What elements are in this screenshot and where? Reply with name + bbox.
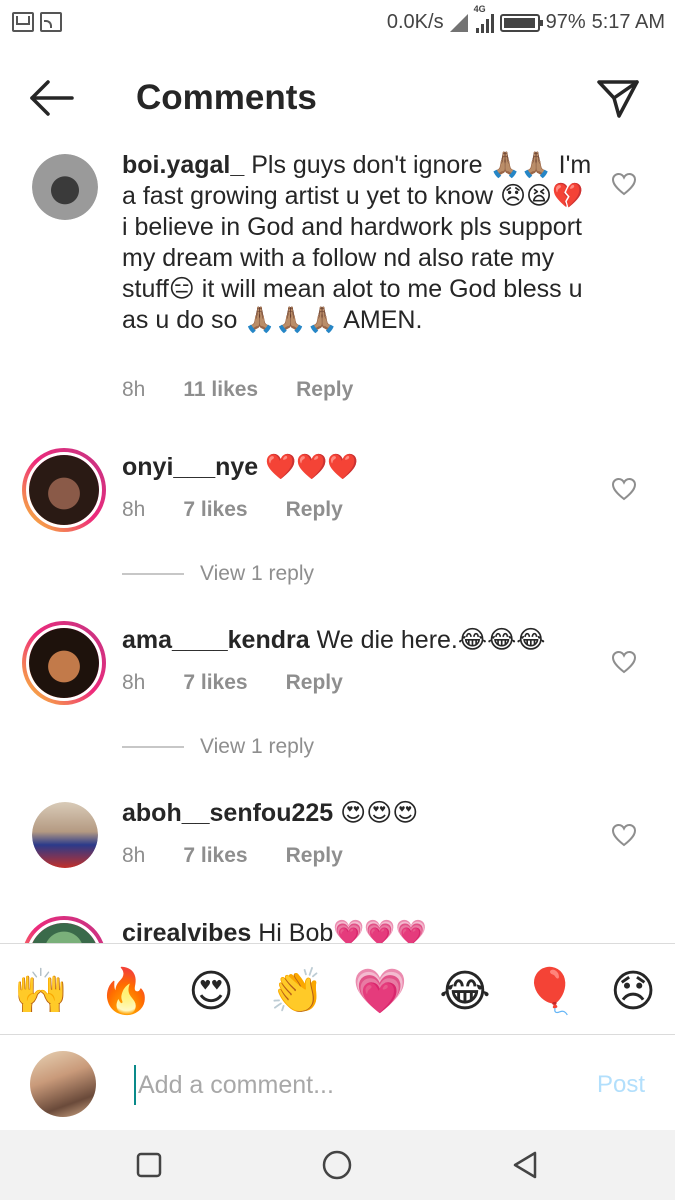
emoji-fire[interactable]: 🔥 [98, 964, 154, 1020]
comment-item: onyi___nye ❤️❤️❤️ 8h 7 likes Reply View … [0, 440, 675, 600]
status-bar: 0.0K/s 4G 97% 5:17 AM [0, 0, 675, 46]
avatar-frame [26, 452, 102, 528]
comment-body: 😍😍😍 [340, 799, 419, 827]
cast-icon [40, 12, 62, 32]
comment-username[interactable]: cirealvibes [122, 919, 251, 943]
notification-icons [12, 12, 62, 32]
system-nav-bar [0, 1130, 675, 1200]
comment-text: onyi___nye ❤️❤️❤️ [122, 452, 592, 483]
reply-button[interactable]: Reply [286, 844, 343, 868]
emoji-reaction-bar: 🙌 🔥 😍 👏 💗 😂 🎈 😞 [0, 943, 675, 1035]
comment-item: cirealvibes Hi Bob💗💗💗 [0, 910, 675, 943]
like-heart-icon[interactable] [611, 477, 637, 501]
divider [122, 573, 184, 575]
avatar[interactable] [32, 802, 98, 868]
signal-triangle-icon [449, 13, 468, 32]
paper-plane-icon [597, 80, 639, 118]
battery-icon [499, 13, 543, 32]
comment-body: We die here.😂😂😂 [316, 626, 546, 654]
view-replies-button[interactable]: View 1 reply [122, 562, 314, 586]
square-icon[interactable] [132, 1148, 166, 1182]
comments-header: Comments [0, 60, 675, 140]
status-indicators: 0.0K/s 4G 97% 5:17 AM [386, 4, 665, 34]
page-title: Comments [136, 78, 317, 117]
comment-time: 8h [122, 671, 146, 694]
comment-time: 8h [122, 498, 146, 521]
avatar-frame [26, 625, 102, 701]
comment-body: ❤️❤️❤️ [265, 453, 359, 481]
comment-composer: Post [0, 1035, 675, 1130]
comment-text: aboh__senfou225 😍😍😍 [122, 798, 592, 829]
comment-username[interactable]: aboh__senfou225 [122, 799, 333, 827]
emoji-clapping[interactable]: 👏 [269, 964, 325, 1020]
comment-input[interactable] [134, 1065, 554, 1105]
reply-button[interactable]: Reply [286, 498, 343, 522]
emoji-joy[interactable]: 😂 [437, 964, 493, 1020]
view-replies-button[interactable]: View 1 reply [122, 735, 314, 759]
comments-list[interactable]: boi.yagal_ Pls guys don't ignore 🙏🏽🙏🏽 I'… [0, 140, 675, 943]
like-heart-icon[interactable] [611, 172, 637, 196]
comment-meta: 8h 7 likes Reply [122, 498, 343, 522]
like-heart-icon[interactable] [611, 823, 637, 847]
battery-percent: 97% [545, 11, 586, 33]
network-speed: 0.0K/s [386, 11, 444, 33]
clock: 5:17 AM [591, 11, 665, 33]
avatar[interactable] [22, 916, 106, 943]
avatar[interactable] [22, 621, 106, 705]
share-button[interactable] [595, 76, 641, 122]
comment-text: cirealvibes Hi Bob💗💗💗 [122, 918, 592, 943]
comment-text: ama____kendra We die here.😂😂😂 [122, 625, 592, 656]
comment-time: 8h [122, 378, 146, 401]
gmail-icon [12, 12, 34, 32]
comment-meta: 8h 7 likes Reply [122, 844, 343, 868]
cell-signal-icon: 4G [474, 4, 494, 33]
comment-meta: 8h 7 likes Reply [122, 671, 343, 695]
comment-username[interactable]: onyi___nye [122, 453, 258, 481]
current-user-avatar [30, 1051, 96, 1117]
comment-item: aboh__senfou225 😍😍😍 8h 7 likes Reply [0, 786, 675, 896]
battery-fill [503, 17, 535, 28]
divider [122, 746, 184, 748]
comment-body: Hi Bob💗💗💗 [258, 919, 427, 943]
comment-item: ama____kendra We die here.😂😂😂 8h 7 likes… [0, 613, 675, 773]
comment-time: 8h [122, 844, 146, 867]
avatar-image [29, 628, 99, 698]
avatar[interactable] [32, 154, 98, 220]
circle-icon[interactable] [320, 1148, 354, 1182]
emoji-raising-hands[interactable]: 🙌 [13, 964, 69, 1020]
like-heart-icon[interactable] [611, 650, 637, 674]
comment-item: boi.yagal_ Pls guys don't ignore 🙏🏽🙏🏽 I'… [0, 140, 675, 430]
comment-username[interactable]: ama____kendra [122, 626, 310, 654]
reply-button[interactable]: Reply [286, 671, 343, 695]
comment-likes[interactable]: 7 likes [183, 498, 247, 522]
emoji-heart-eyes[interactable]: 😍 [183, 964, 239, 1020]
avatar[interactable] [22, 448, 106, 532]
comment-text: boi.yagal_ Pls guys don't ignore 🙏🏽🙏🏽 I'… [122, 150, 592, 336]
comment-likes[interactable]: 7 likes [183, 671, 247, 695]
avatar-image [29, 923, 99, 943]
avatar-frame [26, 920, 102, 943]
view-replies-label: View 1 reply [200, 562, 315, 585]
emoji-balloon[interactable]: 🎈 [522, 964, 578, 1020]
network-type: 4G [473, 3, 486, 14]
arrow-left-icon [30, 80, 74, 116]
avatar-image [32, 802, 98, 868]
emoji-pink-heart[interactable]: 💗 [352, 964, 408, 1020]
avatar-image [32, 154, 98, 220]
comment-username[interactable]: boi.yagal_ [122, 151, 244, 179]
comment-likes[interactable]: 7 likes [183, 844, 247, 868]
emoji-disappointed[interactable]: 😞 [605, 964, 661, 1020]
avatar-image [29, 455, 99, 525]
post-button[interactable]: Post [597, 1071, 645, 1099]
comment-meta: 8h 11 likes Reply [122, 378, 353, 402]
triangle-back-icon[interactable] [508, 1148, 542, 1182]
back-button[interactable] [28, 78, 76, 118]
comment-likes[interactable]: 11 likes [183, 378, 258, 402]
reply-button[interactable]: Reply [296, 378, 353, 402]
view-replies-label: View 1 reply [200, 735, 315, 758]
